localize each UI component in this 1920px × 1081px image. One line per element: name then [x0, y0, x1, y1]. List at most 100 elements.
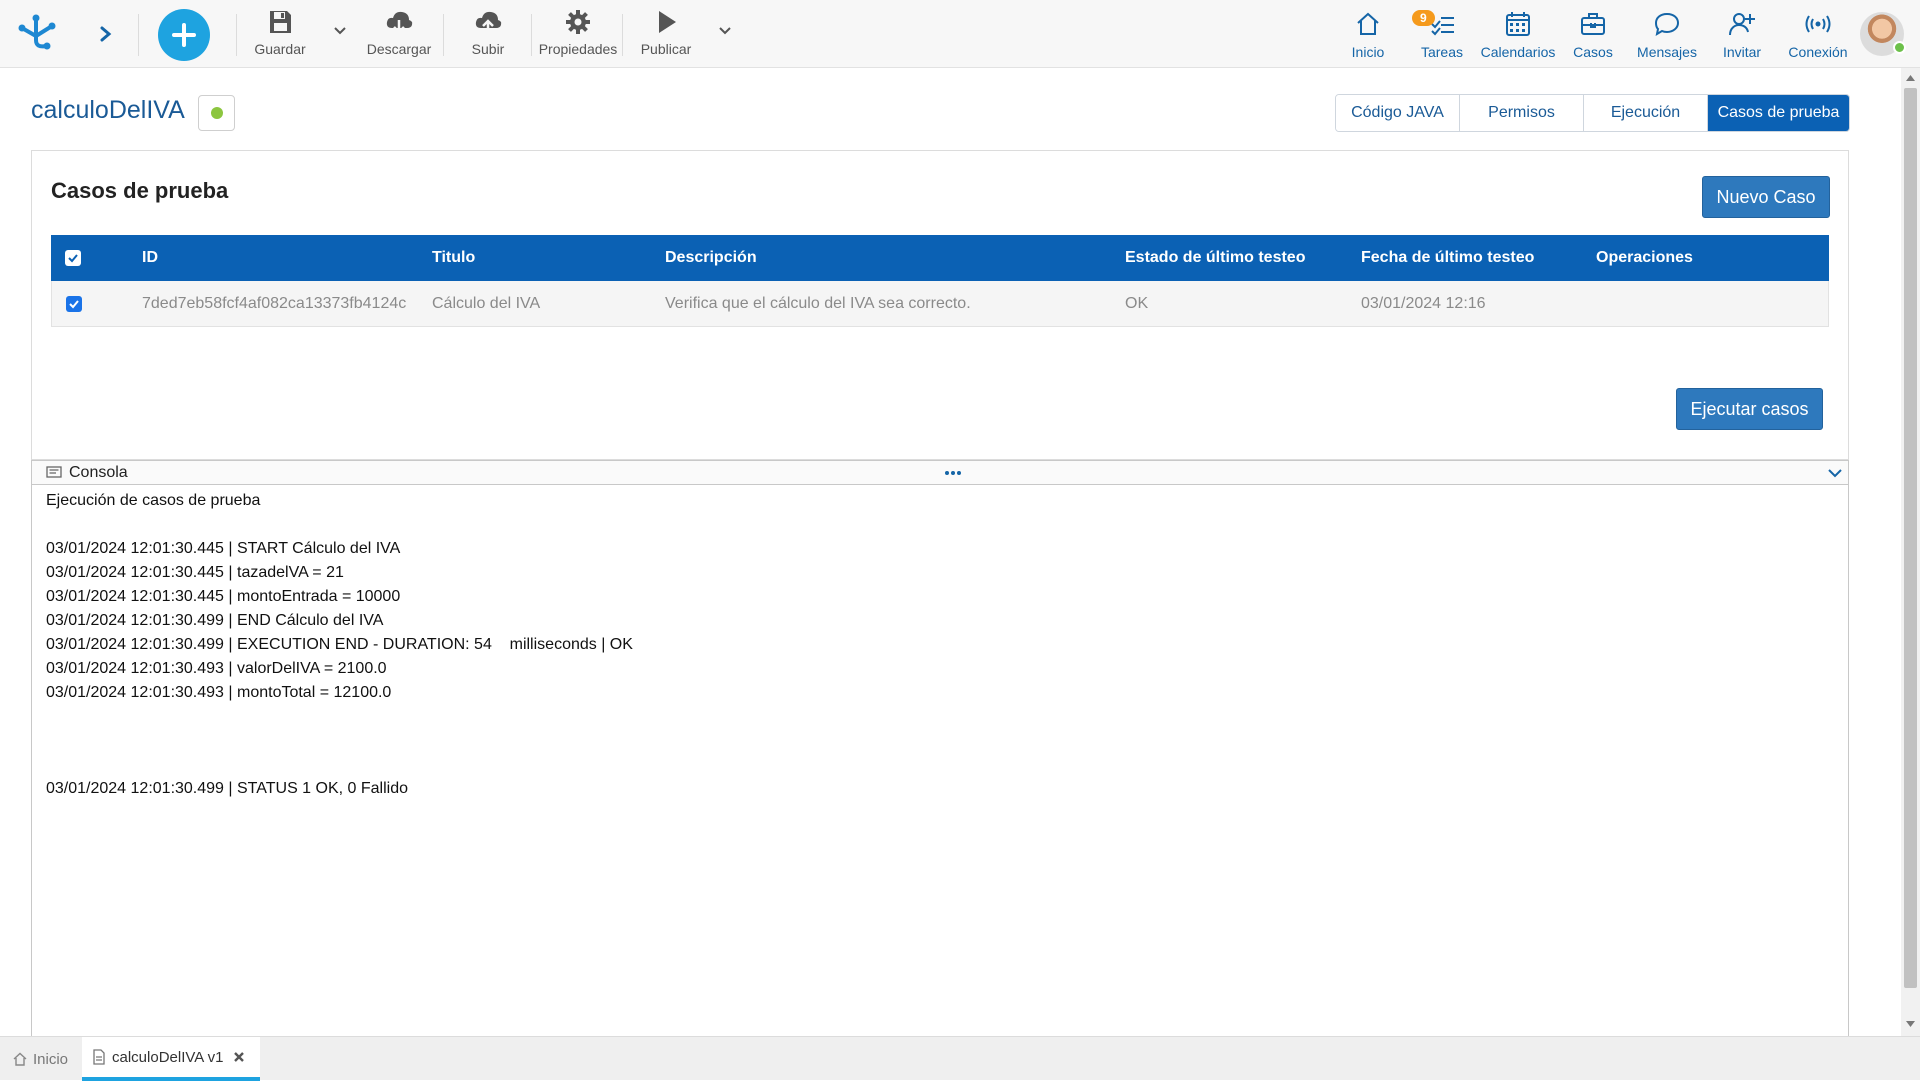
column-header-operaciones: Operaciones	[1596, 249, 1693, 266]
expand-chevron-icon[interactable]	[96, 20, 116, 48]
scroll-up-icon[interactable]	[1905, 74, 1916, 82]
document-icon	[93, 1049, 105, 1065]
console-output: Ejecución de casos de prueba 03/01/2024 …	[32, 485, 1848, 801]
nav-label-invitar: Invitar	[1722, 44, 1762, 60]
column-header-id[interactable]: ID	[142, 235, 158, 281]
play-icon	[659, 11, 676, 33]
console-header: Consola	[32, 461, 1848, 485]
publish-label: Publicar	[640, 41, 692, 57]
publish-button[interactable]: Publicar	[640, 8, 692, 62]
calendar-icon	[1506, 12, 1530, 36]
row-id: 7ded7eb58fcf4af082ca13373fb4124c	[142, 294, 407, 312]
row-checkbox[interactable]	[66, 295, 82, 312]
status-indicator-box[interactable]	[198, 95, 235, 131]
table-header: ID Titulo Descripción Estado de último t…	[51, 235, 1829, 281]
nav-label-inicio: Inicio	[1351, 44, 1385, 60]
nav-label-casos: Casos	[1573, 44, 1613, 60]
run-cases-button[interactable]: Ejecutar casos	[1676, 388, 1823, 430]
select-all-checkbox[interactable]	[65, 250, 81, 266]
briefcase-icon	[1581, 13, 1605, 35]
collapse-chevron-icon[interactable]	[1827, 466, 1843, 480]
divider	[622, 14, 623, 56]
cloud-download-icon	[386, 11, 413, 34]
invite-icon	[1729, 13, 1755, 36]
home-icon	[13, 1052, 27, 1066]
nav-label-conexion: Conexión	[1788, 44, 1848, 60]
nav-mensajes[interactable]: Mensajes	[1636, 10, 1698, 60]
console-line: 03/01/2024 12:01:30.445 | START Cálculo …	[46, 540, 401, 557]
save-button[interactable]: Guardar	[253, 8, 307, 62]
new-case-button[interactable]: Nuevo Caso	[1702, 176, 1830, 218]
tab-permisos[interactable]: Permisos	[1460, 95, 1584, 131]
row-description: Verifica que el cálculo del IVA sea corr…	[665, 294, 971, 312]
app-logo[interactable]	[16, 12, 60, 56]
nav-inicio[interactable]: Inicio	[1348, 10, 1388, 60]
nav-tareas[interactable]: Tareas 9	[1412, 10, 1466, 60]
resize-handle-icon[interactable]	[944, 470, 962, 476]
page-title: calculoDelIVA	[31, 96, 185, 124]
row-date: 03/01/2024 12:16	[1361, 294, 1486, 312]
bottom-tab-bar: Inicio calculoDelIVA v1	[0, 1036, 1920, 1081]
properties-label: Propiedades	[538, 41, 618, 57]
console-panel: Consola Ejecución de casos de prueba 03/…	[31, 460, 1849, 1037]
test-cases-table: ID Titulo Descripción Estado de último t…	[51, 235, 1829, 327]
console-line: 03/01/2024 12:01:30.499 | STATUS 1 OK, 0…	[46, 780, 409, 797]
divider	[138, 14, 139, 56]
online-status-indicator	[1893, 41, 1906, 54]
save-icon	[270, 11, 291, 33]
panel-title: Casos de prueba	[51, 178, 229, 203]
column-header-descripcion[interactable]: Descripción	[665, 235, 757, 281]
close-icon[interactable]	[233, 1051, 245, 1063]
tab-ejecucion[interactable]: Ejecución	[1584, 95, 1708, 131]
scroll-down-icon[interactable]	[1905, 1020, 1916, 1028]
row-status: OK	[1125, 294, 1149, 312]
download-button[interactable]: Descargar	[364, 8, 434, 62]
bottom-tab-document[interactable]: calculoDelIVA v1	[82, 1037, 260, 1081]
scrollbar-thumb[interactable]	[1904, 88, 1917, 988]
nav-conexion[interactable]: Conexión	[1785, 10, 1851, 60]
tab-codigo-java[interactable]: Código JAVA	[1336, 95, 1460, 131]
upload-label: Subir	[471, 41, 505, 57]
nav-casos[interactable]: Casos	[1572, 10, 1614, 60]
nav-label-calendarios: Calendarios	[1480, 44, 1556, 60]
check-icon	[68, 254, 78, 263]
bottom-tab-inicio[interactable]: Inicio	[12, 1037, 78, 1081]
column-header-titulo[interactable]: Titulo	[432, 235, 475, 281]
plus-icon	[172, 23, 196, 47]
console-label: Consola	[69, 464, 128, 481]
vertical-scrollbar[interactable]	[1901, 68, 1920, 1036]
column-header-estado[interactable]: Estado de último testeo	[1125, 235, 1305, 281]
publish-dropdown-icon[interactable]	[717, 22, 733, 38]
console-icon	[46, 466, 62, 478]
table-row[interactable]: 7ded7eb58fcf4af082ca13373fb4124c Cálculo…	[51, 281, 1829, 327]
console-line: 03/01/2024 12:01:30.499 | END Cálculo de…	[46, 612, 384, 629]
nav-calendarios[interactable]: Calendarios	[1480, 10, 1556, 60]
tab-casos-de-prueba[interactable]: Casos de prueba	[1708, 95, 1849, 131]
home-icon	[1357, 12, 1379, 35]
row-select-cell	[66, 281, 82, 326]
user-avatar[interactable]	[1860, 12, 1906, 56]
column-header-fecha[interactable]: Fecha de último testeo	[1361, 235, 1534, 281]
select-all-cell	[65, 235, 81, 281]
console-line: Ejecución de casos de prueba	[46, 492, 261, 509]
console-line: 03/01/2024 12:01:30.445 | montoEntrada =…	[46, 588, 401, 605]
chat-icon	[1654, 12, 1680, 37]
divider	[443, 14, 444, 56]
check-icon	[69, 299, 79, 308]
add-button[interactable]	[158, 9, 210, 61]
nav-invitar[interactable]: Invitar	[1720, 10, 1764, 60]
console-line: 03/01/2024 12:01:30.499 | EXECUTION END …	[46, 636, 633, 653]
cloud-upload-icon	[475, 11, 502, 34]
upload-button[interactable]: Subir	[466, 8, 510, 62]
console-line: 03/01/2024 12:01:30.493 | montoTotal = 1…	[46, 684, 392, 701]
tasks-count-badge: 9	[1412, 10, 1435, 26]
console-line: 03/01/2024 12:01:30.445 | tazadelVA = 21	[46, 564, 344, 581]
bottom-tab-document-label: calculoDelIVA v1	[112, 1048, 224, 1066]
properties-button[interactable]: Propiedades	[538, 8, 618, 62]
save-dropdown-icon[interactable]	[332, 22, 348, 38]
status-dot	[210, 107, 223, 119]
divider	[531, 14, 532, 56]
top-toolbar: Guardar Descargar Subir Propiedades Publ…	[0, 0, 1920, 68]
